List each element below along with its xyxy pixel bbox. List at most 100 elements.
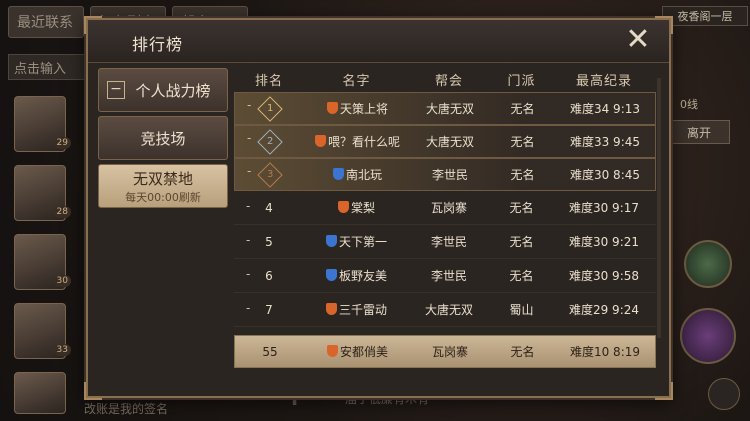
record-cell: 难度30 9:17 <box>568 201 640 215</box>
sidebar-item-label: 个人战力榜 <box>135 81 211 100</box>
rank-number: 7 <box>265 302 273 317</box>
guild-cell: 瓦岗寨 <box>431 345 468 359</box>
table-header: 排名 名字 帮会 门派 最高纪录 <box>234 66 656 92</box>
leaderboard-panel: 排行榜 ✕ − 个人战力榜 竞技场 无双禁地 每天00:00刷新 排名 名字 帮… <box>84 16 673 400</box>
rank-cell: 55 <box>235 345 305 359</box>
player-name: 安都俏美 <box>339 345 388 359</box>
rank-badge-icon: 3 <box>257 161 283 188</box>
sect-cell: 无名 <box>510 168 535 182</box>
sect-cell: 无名 <box>510 102 535 116</box>
my-rank-row: 55 安都俏美 瓦岗寨 无名 难度10 8:19 <box>234 335 656 368</box>
header-rank: 排名 <box>254 73 283 89</box>
sidebar-item-label: 无双禁地 <box>132 169 193 188</box>
rank-number: 4 <box>265 200 273 215</box>
rank-cell: -4 <box>234 198 304 215</box>
row-marker: - <box>246 300 251 315</box>
sect-cell: 无名 <box>509 235 534 249</box>
screen-icon[interactable] <box>708 378 740 410</box>
my-rank-row[interactable]: 55 安都俏美 瓦岗寨 无名 难度10 8:19 <box>234 335 656 368</box>
name-cell: 南北玩 <box>305 166 410 183</box>
player-name: 喂？看什么呢 <box>327 135 400 149</box>
avatar[interactable]: 29 <box>14 96 71 152</box>
header-name: 名字 <box>342 73 371 89</box>
table-rows: -1 天策上将 大唐无双 无名 难度34 9:13-2 喂？看什么呢 大唐无双 无名 难度33 … <box>234 92 656 327</box>
name-cell: 板野友美 <box>304 267 409 284</box>
rank-number: 1 <box>266 102 274 114</box>
avatar[interactable]: 33 <box>14 303 71 359</box>
bg-tab-recent[interactable]: 最近联系 <box>8 6 84 38</box>
line-indicator: 0线 <box>680 98 698 111</box>
rank-badge-icon: 1 <box>257 95 283 122</box>
rank-number: 3 <box>266 168 274 180</box>
player-name: 板野友美 <box>338 269 387 283</box>
rank-cell: -5 <box>234 233 304 249</box>
name-cell: 天下第一 <box>304 233 409 250</box>
player-name: 南北玩 <box>345 168 382 182</box>
rank-number: 6 <box>265 268 273 283</box>
rank-cell: -3 <box>235 161 305 188</box>
player-name: 棠梨 <box>350 201 375 215</box>
guild-cell: 李世民 <box>431 168 468 182</box>
rank-badge-icon: 2 <box>257 128 283 155</box>
guild-cell: 大唐无双 <box>425 102 474 116</box>
faction-shield-icon <box>337 201 349 213</box>
refresh-note: 每天00:00刷新 <box>125 190 201 204</box>
bg-search-input[interactable]: 点击输入 <box>8 54 88 80</box>
row-marker: - <box>246 198 251 213</box>
scrollbar[interactable] <box>657 78 661 338</box>
collapse-icon: − <box>107 81 125 99</box>
guild-cell: 瓦岗寨 <box>430 201 467 215</box>
avatar[interactable]: 30 <box>14 234 71 290</box>
table-row[interactable]: -1 天策上将 大唐无双 无名 难度34 9:13 <box>234 92 656 125</box>
faction-shield-icon <box>332 168 344 180</box>
avatar[interactable]: 28 <box>14 165 71 221</box>
table-row[interactable]: -3 南北玩 李世民 无名 难度30 8:45 <box>234 158 656 191</box>
avatar-level: 30 <box>53 275 71 287</box>
guild-cell: 李世民 <box>430 235 467 249</box>
name-cell: 三千雷动 <box>304 301 409 318</box>
rank-number: 2 <box>266 135 274 147</box>
faction-shield-icon <box>325 303 337 315</box>
corner-ornament <box>84 382 102 400</box>
table-row[interactable]: -4 棠梨 瓦岗寨 无名 难度30 9:17 <box>234 191 656 225</box>
table-row[interactable]: -7 三千雷动 大唐无双 蜀山 难度29 9:24 <box>234 293 656 327</box>
avatar-level: 33 <box>53 344 71 356</box>
sidebar-item-power-rank[interactable]: − 个人战力榜 <box>98 68 228 112</box>
skill-orb-icon[interactable] <box>680 308 736 364</box>
table-row[interactable]: -6 板野友美 李世民 无名 难度30 9:58 <box>234 259 656 293</box>
row-marker: - <box>246 266 251 281</box>
sidebar-item-wushuang[interactable]: 无双禁地 每天00:00刷新 <box>98 164 228 208</box>
panel-title: 排行榜 <box>132 35 184 54</box>
player-name: 天策上将 <box>339 102 388 116</box>
table-row[interactable]: -5 天下第一 李世民 无名 难度30 9:21 <box>234 225 656 259</box>
record-cell: 难度33 9:45 <box>569 135 641 149</box>
sidebar-item-arena[interactable]: 竞技场 <box>98 116 228 160</box>
header-sect: 门派 <box>507 73 536 89</box>
skill-orb-icon[interactable] <box>684 240 732 288</box>
name-cell: 安都俏美 <box>305 343 410 360</box>
row-marker: - <box>247 97 252 112</box>
row-marker: - <box>247 130 252 145</box>
guild-cell: 李世民 <box>430 269 467 283</box>
sect-cell: 蜀山 <box>509 303 534 317</box>
faction-shield-icon <box>326 102 338 114</box>
close-icon[interactable]: ✕ <box>623 25 653 56</box>
guild-cell: 大唐无双 <box>425 135 474 149</box>
faction-shield-icon <box>326 345 338 357</box>
player-name: 天下第一 <box>338 235 387 249</box>
player-name: 三千雷动 <box>338 303 387 317</box>
panel-header: 排行榜 ✕ <box>88 20 669 63</box>
avatar-level: 28 <box>53 206 71 218</box>
guild-cell: 大唐无双 <box>424 303 473 317</box>
chat-line: 改账是我的签名 <box>84 402 169 416</box>
table-row[interactable]: -2 喂？看什么呢 大唐无双 无名 难度33 9:45 <box>234 125 656 158</box>
name-cell: 棠梨 <box>304 199 409 216</box>
sect-cell: 无名 <box>509 201 534 215</box>
record-cell: 难度30 9:58 <box>568 269 640 283</box>
rank-cell: -1 <box>235 95 305 122</box>
avatar-level: 29 <box>53 137 71 149</box>
leave-button[interactable]: 离开 <box>668 120 730 144</box>
faction-shield-icon <box>325 269 337 281</box>
rank-number: 55 <box>262 344 278 359</box>
avatar[interactable] <box>14 372 66 414</box>
